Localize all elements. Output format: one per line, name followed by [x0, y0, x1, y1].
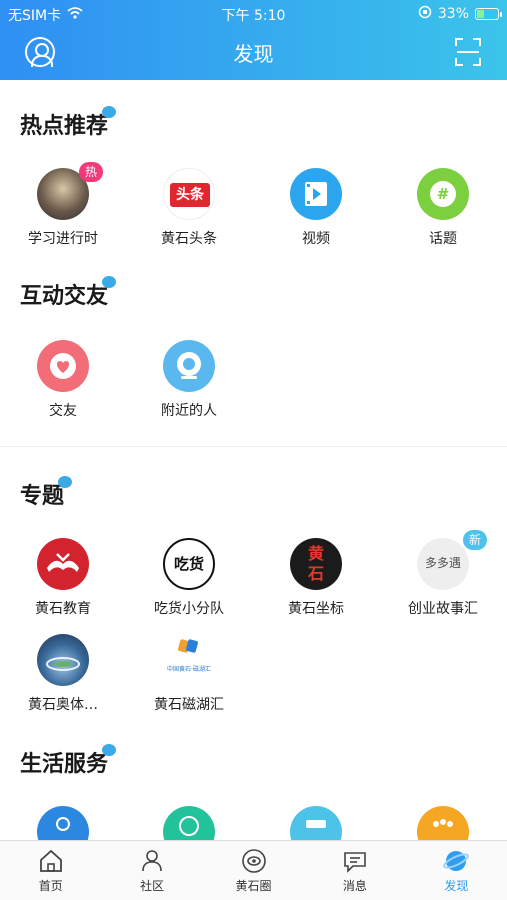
hot-item-topic[interactable]: # 话题 [380, 168, 506, 248]
grid-label: 黄石头条 [161, 231, 217, 247]
grid-label: 黄石磁湖汇 [154, 697, 224, 713]
hot-item-video[interactable]: 视频 [253, 168, 379, 248]
new-dot-icon [102, 106, 117, 118]
cihu-logo-icon: 中国黄石·磁湖汇 [163, 634, 215, 686]
new-dot-icon [102, 744, 117, 756]
divider [0, 446, 507, 447]
people-group-icon [417, 806, 469, 840]
topic-item-coordinates[interactable]: 黄石 黄石坐标 [253, 538, 379, 618]
discover-planet-icon [442, 847, 470, 875]
orientation-lock-icon [418, 5, 432, 23]
header: 无SIM卡 下午 5:10 33% 发现 [0, 0, 507, 80]
study-avatar-icon: 热 [37, 162, 103, 220]
life-item-people[interactable] [380, 806, 506, 840]
grid-label: 视频 [302, 231, 330, 247]
page-title: 发现 [233, 42, 274, 66]
tab-discover[interactable]: 发现 [406, 841, 507, 900]
education-logo-icon [37, 538, 89, 590]
life-item-weather[interactable] [0, 806, 126, 840]
tab-circle[interactable]: 黄石圈 [203, 841, 304, 900]
grid-label: 黄石教育 [35, 601, 91, 617]
new-dot-icon [58, 476, 73, 488]
topic-item-foodie[interactable]: 吃货 吃货小分队 [126, 538, 252, 618]
grid-label: 黄石坐标 [288, 601, 344, 617]
grid-label: 交友 [49, 403, 77, 419]
topic-item-education[interactable]: 黄石教育 [0, 538, 126, 618]
paint-roller-icon [290, 806, 342, 840]
nearby-camera-icon [163, 340, 215, 392]
life-item-paint[interactable] [253, 806, 379, 840]
grid-label: 吃货小分队 [154, 601, 224, 617]
status-bar: 无SIM卡 下午 5:10 33% [0, 0, 507, 28]
chat-bubble-icon [341, 847, 369, 875]
topic-item-cihu[interactable]: 中国黄石·磁湖汇 黄石磁湖汇 [126, 634, 252, 714]
tab-community[interactable]: 社区 [101, 841, 202, 900]
tab-bar: 首页 社区 黄石圈 消息 发现 [0, 840, 507, 900]
home-icon [37, 847, 65, 875]
startup-logo-icon: 多多遇 新 [417, 530, 487, 590]
hot-item-study[interactable]: 热 学习进行时 [0, 162, 126, 248]
topic-item-startup[interactable]: 多多遇 新 创业故事汇 [380, 530, 506, 618]
tab-home[interactable]: 首页 [0, 841, 101, 900]
battery-icon [475, 8, 502, 20]
topic-item-olympic[interactable]: 黄石奥体… [0, 634, 126, 714]
scan-icon[interactable] [455, 38, 481, 66]
community-icon [138, 847, 166, 875]
weather-icon [37, 806, 89, 840]
grid-label: 附近的人 [161, 403, 217, 419]
life-item-tree[interactable] [126, 806, 252, 840]
olympic-stadium-icon [37, 634, 89, 686]
interact-item-nearby[interactable]: 附近的人 [126, 340, 252, 420]
new-badge: 新 [462, 530, 487, 550]
hot-item-headline[interactable]: 头条 黄石头条 [126, 168, 252, 248]
heart-icon [37, 340, 89, 392]
new-dot-icon [102, 276, 117, 288]
battery-percent: 33% [437, 6, 469, 22]
hot-badge: 热 [78, 162, 103, 182]
tab-messages[interactable]: 消息 [304, 841, 405, 900]
grid-label: 学习进行时 [28, 231, 98, 247]
section-title-life: 生活服务 [20, 744, 117, 778]
headline-icon: 头条 [163, 168, 215, 220]
tree-icon [163, 806, 215, 840]
section-title-topics: 专题 [20, 476, 73, 510]
topic-icon: # [417, 168, 469, 220]
grid-label: 话题 [429, 231, 457, 247]
grid-label: 黄石奥体… [28, 697, 98, 713]
section-title-hot: 热点推荐 [20, 106, 117, 140]
grid-label: 创业故事汇 [408, 601, 478, 617]
circle-eye-icon [240, 847, 268, 875]
section-title-interact: 互动交友 [20, 276, 117, 310]
coordinates-logo-icon: 黄石 [290, 538, 342, 590]
foodie-logo-icon: 吃货 [163, 538, 215, 590]
interact-item-friends[interactable]: 交友 [0, 340, 126, 420]
video-icon [290, 168, 342, 220]
